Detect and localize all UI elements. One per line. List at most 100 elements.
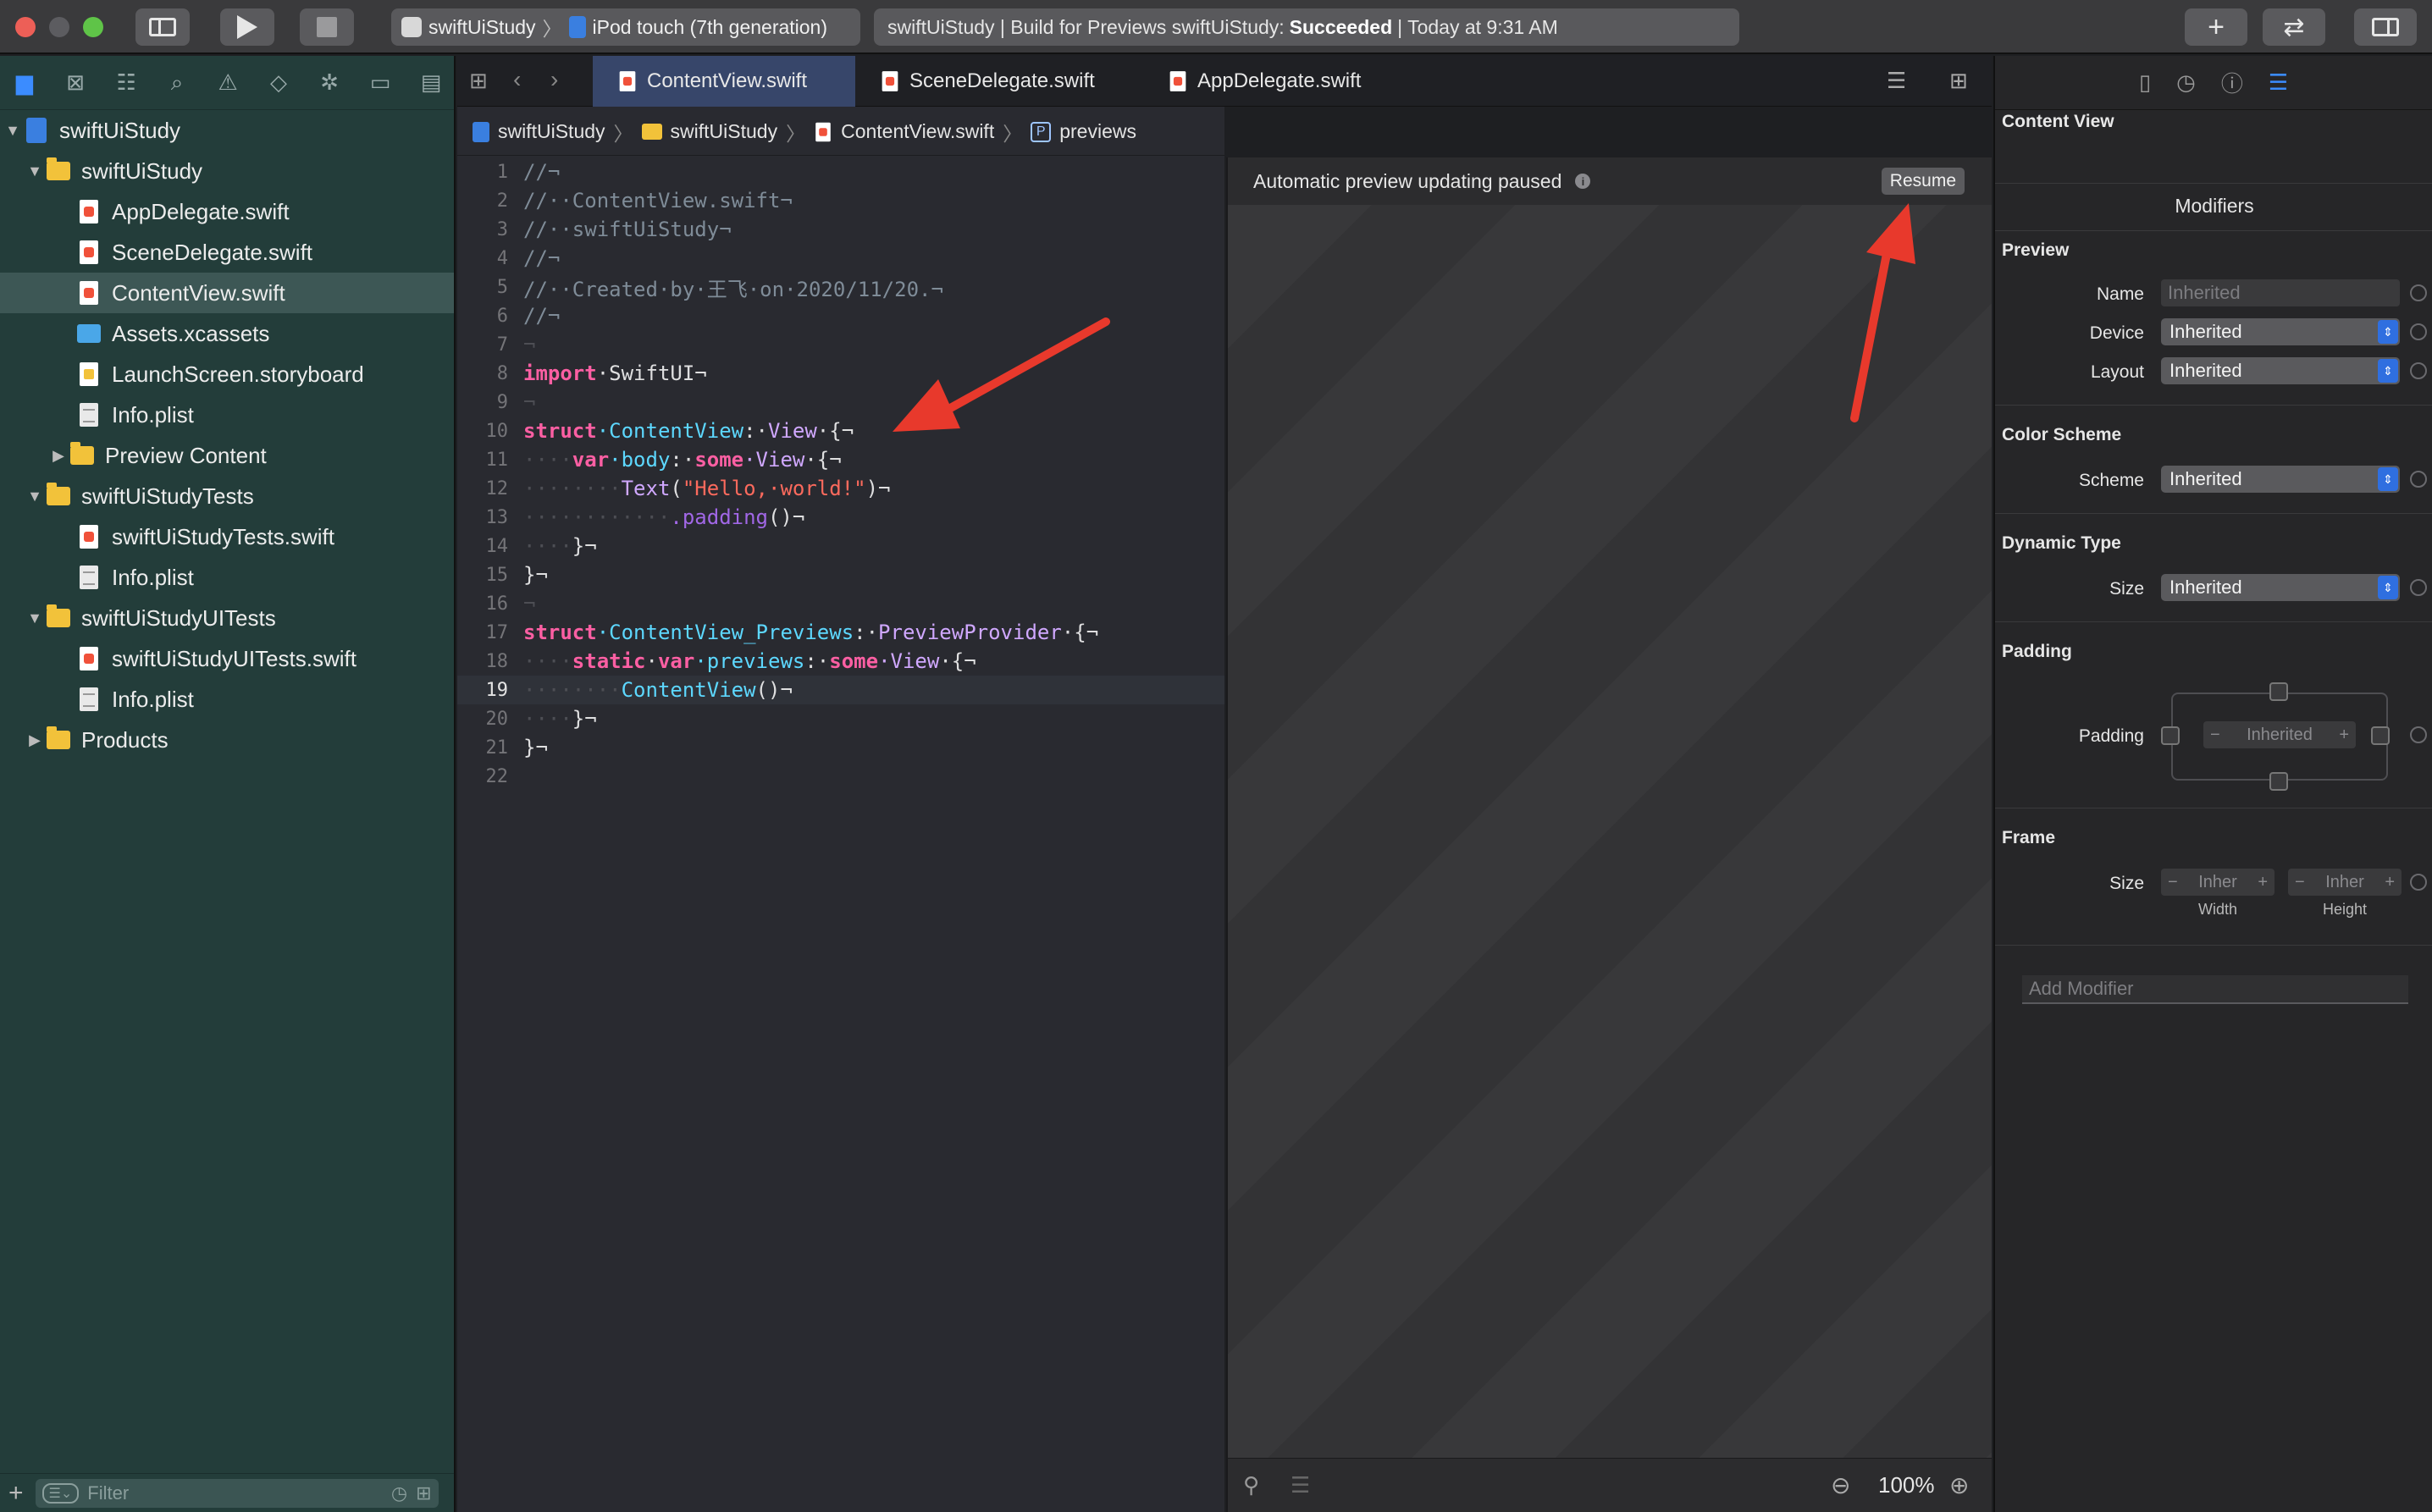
dynamic-type-reset-radio[interactable] (2410, 579, 2427, 596)
frame-width-stepper[interactable]: − Inher + (2161, 869, 2274, 896)
tree-item-file[interactable]: Info.plist (0, 557, 454, 598)
disclosure-down-icon[interactable]: ▼ (24, 163, 46, 180)
pin-icon[interactable]: ⚲ (1243, 1472, 1259, 1498)
plus-icon[interactable]: + (2385, 873, 2395, 892)
scheme-popup[interactable]: Inherited ⇕ (2161, 466, 2400, 493)
scheme-popup-value: Inherited (2169, 468, 2242, 489)
history-icon[interactable]: ◷ (2176, 69, 2196, 96)
dynamic-type-popup[interactable]: Inherited ⇕ (2161, 574, 2400, 601)
tree-item-file[interactable]: Assets.xcassets (0, 313, 454, 354)
tree-item-file[interactable]: AppDelegate.swift (0, 191, 454, 232)
scm-filter-icon[interactable]: ⊞ (416, 1482, 431, 1504)
device-popup[interactable]: Inherited ⇕ (2161, 318, 2400, 345)
navigator-filter-field[interactable]: ☰⌄ Filter ◷ ⊞ (35, 1478, 439, 1508)
frame-reset-radio[interactable] (2410, 874, 2427, 891)
scheme-selector[interactable]: swiftUiStudy 〉 iPod touch (7th generatio… (391, 8, 860, 46)
padding-bottom-checkbox[interactable] (2269, 772, 2288, 791)
tree-item-file[interactable]: SceneDelegate.swift (0, 232, 454, 273)
zoom-in-icon[interactable]: ⊕ (1949, 1471, 1969, 1499)
disclosure-right-icon[interactable]: ▶ (24, 731, 46, 749)
minus-icon[interactable]: − (2168, 873, 2178, 892)
test-diamond-icon[interactable]: ◇ (263, 69, 295, 96)
back-arrow-icon[interactable]: ‹ (513, 66, 521, 93)
tree-item-group[interactable]: ▶ Products (0, 720, 454, 760)
scheme-reset-radio[interactable] (2410, 471, 2427, 488)
help-icon[interactable]: ⓘ (2221, 67, 2243, 98)
name-field[interactable]: Inherited (2161, 279, 2400, 306)
breadcrumb-group[interactable]: swiftUiStudy (671, 120, 778, 143)
tab-contentview[interactable]: ContentView.swift (593, 56, 855, 107)
toggle-inspector-button[interactable] (2354, 8, 2417, 46)
frame-height-value: Inher (2325, 872, 2364, 891)
debug-icon[interactable]: ✲ (313, 69, 345, 96)
add-modifier-field[interactable]: Add Modifier (2022, 975, 2408, 1004)
breakpoint-icon[interactable]: ▭ (364, 69, 396, 96)
source-control-icon[interactable]: ⊠ (59, 69, 91, 96)
padding-stepper[interactable]: − Inherited + (2203, 721, 2356, 748)
padding-top-checkbox[interactable] (2269, 682, 2288, 701)
device-reset-radio[interactable] (2410, 323, 2427, 340)
editor-options-icon[interactable]: ☰ (1887, 68, 1906, 94)
tree-item-file[interactable]: swiftUiStudyUITests.swift (0, 638, 454, 679)
breadcrumb-symbol[interactable]: previews (1059, 120, 1136, 143)
related-items-icon[interactable]: ⊞ (469, 68, 488, 94)
forward-arrow-icon[interactable]: › (550, 66, 558, 93)
tree-item-group[interactable]: ▼ swiftUiStudyTests (0, 476, 454, 516)
disclosure-right-icon[interactable]: ▶ (47, 447, 69, 465)
close-window-button[interactable] (15, 17, 36, 37)
tree-item-group[interactable]: ▶ Preview Content (0, 435, 454, 476)
tree-item-group[interactable]: ▼ swiftUiStudy (0, 151, 454, 191)
search-icon[interactable]: ⌕ (161, 69, 193, 97)
tree-item-file[interactable]: LaunchScreen.storyboard (0, 354, 454, 395)
run-button[interactable] (220, 8, 274, 46)
minimize-window-button[interactable] (49, 17, 69, 37)
zoom-window-button[interactable] (83, 17, 103, 37)
disclosure-down-icon[interactable]: ▼ (2, 122, 24, 140)
swift-file-icon (882, 71, 898, 91)
tree-item-file-selected[interactable]: ContentView.swift (0, 273, 454, 313)
library-button[interactable]: + (2185, 8, 2247, 46)
folder-icon[interactable]: ▆ (8, 69, 41, 96)
file-inspector-icon[interactable]: ▯ (2139, 69, 2151, 96)
tree-item-file[interactable]: Info.plist (0, 395, 454, 435)
breadcrumb-project[interactable]: swiftUiStudy (498, 120, 605, 143)
stop-button[interactable] (300, 8, 354, 46)
report-icon[interactable]: ▤ (415, 69, 447, 96)
attributes-sliders-icon[interactable]: ☰ (2269, 69, 2288, 96)
name-reset-radio[interactable] (2410, 284, 2427, 301)
frame-height-stepper[interactable]: − Inher + (2288, 869, 2402, 896)
code-area[interactable]: 1 //¬ 2 //··ContentView.swift¬ 3 //··swiftU… (457, 157, 1224, 791)
plus-icon[interactable]: + (2258, 873, 2268, 892)
disclosure-down-icon[interactable]: ▼ (24, 488, 46, 505)
layout-reset-radio[interactable] (2410, 362, 2427, 379)
disclosure-down-icon[interactable]: ▼ (24, 610, 46, 627)
padding-reset-radio[interactable] (2410, 726, 2427, 743)
layout-popup[interactable]: Inherited ⇕ (2161, 357, 2400, 384)
padding-trailing-checkbox[interactable] (2371, 726, 2390, 745)
add-file-icon[interactable]: + (8, 1479, 24, 1508)
tab-appdelegate[interactable]: AppDelegate.swift (1143, 56, 1423, 107)
minus-icon[interactable]: − (2295, 873, 2305, 892)
symbol-navigator-icon[interactable]: ☷ (110, 69, 142, 96)
breadcrumb-file[interactable]: ContentView.swift (841, 120, 994, 143)
tree-item-file[interactable]: swiftUiStudyTests.swift (0, 516, 454, 557)
resume-button[interactable]: Resume (1881, 168, 1965, 195)
code-token: ()¬ (755, 678, 793, 702)
plus-icon[interactable]: + (2339, 726, 2349, 745)
recent-files-icon[interactable]: ◷ (391, 1482, 407, 1504)
minus-icon[interactable]: − (2210, 726, 2220, 745)
tree-item-file[interactable]: Info.plist (0, 679, 454, 720)
zoom-out-icon[interactable]: ⊖ (1831, 1471, 1850, 1499)
tree-item-project[interactable]: ▼ swiftUiStudy (0, 110, 454, 151)
tab-scenedelegate[interactable]: SceneDelegate.swift (855, 56, 1143, 107)
code-review-button[interactable]: ⇄ (2263, 8, 2325, 46)
info-icon[interactable]: i (1575, 174, 1591, 189)
code-token: some (694, 448, 744, 472)
toggle-navigator-button[interactable] (135, 8, 190, 46)
code-text: //¬ (523, 304, 561, 328)
list-icon[interactable]: ☰ (1291, 1472, 1310, 1498)
tree-item-group[interactable]: ▼ swiftUiStudyUITests (0, 598, 454, 638)
warning-icon[interactable]: ⚠ (212, 69, 244, 96)
add-editor-icon[interactable]: ⊞ (1949, 68, 1968, 94)
padding-leading-checkbox[interactable] (2161, 726, 2180, 745)
